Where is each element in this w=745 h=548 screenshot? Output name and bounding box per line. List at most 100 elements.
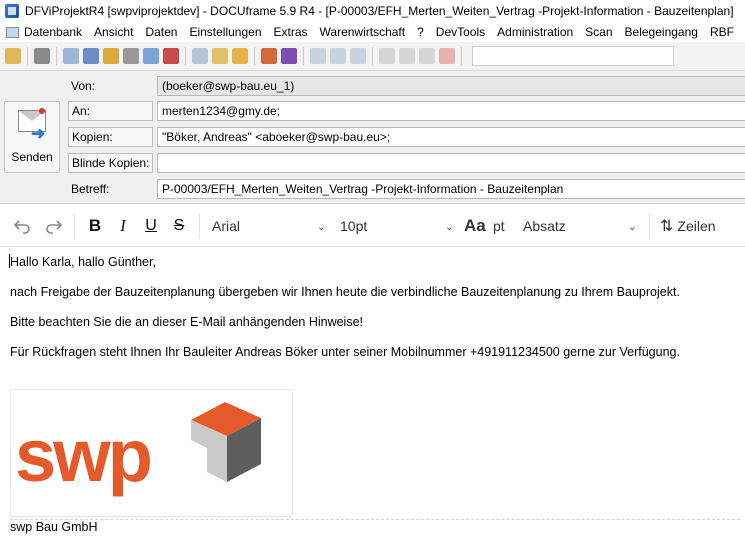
toolbar-separator (303, 47, 304, 65)
list-icon[interactable] (83, 48, 99, 64)
menu-label: Ansicht (94, 25, 134, 39)
italic-button[interactable]: I (109, 211, 137, 241)
chevron-down-icon: ⌄ (444, 220, 454, 233)
company-name: swp Bau GmbH (10, 520, 98, 534)
toolbar-search-input[interactable] (472, 46, 674, 66)
menu-label: Daten (145, 25, 178, 39)
menu-administration[interactable]: Administration (491, 22, 579, 42)
menu-belegeingang[interactable]: Belegeingang (619, 22, 704, 42)
menu-label: Belegeingang (624, 25, 698, 39)
print-icon[interactable] (34, 48, 50, 64)
font-family-value: Arial (212, 218, 241, 234)
menu-label: ? (417, 25, 424, 39)
bcc-button[interactable]: Blinde Kopien: (68, 153, 153, 173)
subject-label: Betreff: (71, 182, 110, 196)
menu-label: DevTools (435, 25, 486, 39)
menu-einstellungen[interactable]: Einstellungen (183, 22, 267, 42)
reply-icon[interactable] (350, 48, 366, 64)
copy-doc-icon[interactable] (310, 48, 326, 64)
menu-ansicht[interactable]: Ansicht (88, 22, 139, 42)
from-label: Von: (71, 79, 96, 93)
menu-warenwirtschaft[interactable]: Warenwirtschaft (314, 22, 412, 42)
folder-icon[interactable] (103, 48, 119, 64)
menu-datenbank[interactable]: Datenbank (0, 22, 88, 42)
menu-label: Scan (585, 25, 613, 39)
cc-button[interactable]: Kopien: (68, 127, 153, 147)
menu-devtools[interactable]: DevTools (430, 22, 491, 42)
strikethrough-button[interactable]: S (165, 211, 193, 241)
signature-divider (10, 519, 740, 520)
menu-label: RBF (709, 25, 734, 39)
toolbar-separator (199, 213, 200, 239)
cc-field[interactable]: "Böker, Andreas" <aboeker@swp-bau.eu>; (157, 127, 745, 147)
from-field: (boeker@swp-bau.eu_1) (157, 76, 745, 96)
unit-label: pt (493, 218, 505, 234)
tag-icon[interactable] (123, 48, 139, 64)
swp-logo-image: swp (15, 402, 261, 497)
send-button[interactable]: ➜ Senden (4, 101, 60, 173)
redo-button[interactable] (40, 211, 68, 241)
to-field[interactable]: merten1234@gmy.de; (157, 101, 745, 121)
line-spacing-value: Zeilen (677, 218, 716, 234)
bold-button[interactable]: B (81, 211, 109, 241)
to-button[interactable]: An: (68, 101, 153, 121)
document-icon[interactable] (192, 48, 208, 64)
window-title: DFViProjektR4 [swpviprojektdev] - DOCUfr… (25, 4, 734, 18)
new-folder-icon[interactable] (232, 48, 248, 64)
font-size-select[interactable]: 10pt ⌄ (332, 218, 460, 234)
font-family-select[interactable]: Arial ⌄ (206, 218, 332, 234)
underline-button[interactable]: U (137, 211, 165, 241)
logo-wordmark: swp (15, 414, 151, 497)
toolbar-separator (185, 47, 186, 65)
redo-icon (46, 220, 63, 234)
arrow-right-icon: ➜ (31, 124, 46, 143)
body-paragraph-3: Für Rückfragen steht Ihnen Ihr Bauleiter… (10, 345, 680, 359)
paste-icon[interactable] (419, 48, 435, 64)
menu-label: Extras (273, 25, 308, 39)
send-label: Senden (11, 150, 53, 164)
menu-label: Warenwirtschaft (319, 25, 406, 39)
body-paragraph-2: Bitte beachten Sie die an dieser E-Mail … (10, 315, 364, 329)
menu-bar: Datenbank Ansicht Daten Einstellungen Ex… (0, 22, 745, 42)
menu-label: Datenbank (24, 25, 83, 39)
menu-rbf[interactable]: RBF (704, 22, 740, 42)
mail-header: ➜ Senden Von: (boeker@swp-bau.eu_1) An: … (0, 71, 745, 204)
chevron-down-icon: ⌄ (627, 220, 637, 233)
main-toolbar (0, 42, 745, 71)
menu-window-icon (6, 26, 19, 38)
menu-label: Administration (497, 25, 574, 39)
toolbar-separator (56, 47, 57, 65)
toolbar-separator (74, 213, 75, 239)
text-case-button[interactable]: Aa (460, 216, 490, 236)
forward-icon[interactable] (330, 48, 346, 64)
calendar-icon[interactable] (163, 48, 179, 64)
cut-icon[interactable] (379, 48, 395, 64)
bcc-field[interactable] (157, 153, 745, 173)
editor-toolbar: B I U S Arial ⌄ 10pt ⌄ Aa pt Absatz ⌄ ⇅ … (0, 206, 745, 247)
paragraph-value: Absatz (523, 218, 566, 234)
menu-scan[interactable]: Scan (579, 22, 618, 42)
delete-icon[interactable] (439, 48, 455, 64)
save-icon[interactable] (281, 48, 297, 64)
toolbar-separator (461, 47, 462, 65)
line-spacing-select[interactable]: ⇅ Zeilen (656, 216, 716, 236)
toolbar-separator (649, 213, 650, 239)
clipboard-icon[interactable] (143, 48, 159, 64)
menu-daten[interactable]: Daten (139, 22, 183, 42)
undo-button[interactable] (8, 211, 36, 241)
menu-extras[interactable]: Extras (268, 22, 314, 42)
body-paragraph-1: nach Freigabe der Bauzeitenplanung überg… (10, 285, 680, 299)
line-spacing-icon: ⇅ (660, 218, 674, 235)
subject-field[interactable]: P-00003/EFH_Merten_Weiten_Vertrag -Proje… (157, 179, 745, 199)
open-folder-icon[interactable] (5, 48, 21, 64)
toolbar-separator (372, 47, 373, 65)
toolbar-separator (27, 47, 28, 65)
paragraph-select[interactable]: Absatz ⌄ (515, 218, 643, 234)
open-icon[interactable] (212, 48, 228, 64)
greeting-text: Hallo Karla, hallo Günther, (10, 255, 156, 269)
menu-help[interactable]: ? (411, 22, 430, 42)
export-icon[interactable] (261, 48, 277, 64)
chevron-down-icon: ⌄ (316, 220, 326, 233)
copy-icon[interactable] (399, 48, 415, 64)
address-card-icon[interactable] (63, 48, 79, 64)
